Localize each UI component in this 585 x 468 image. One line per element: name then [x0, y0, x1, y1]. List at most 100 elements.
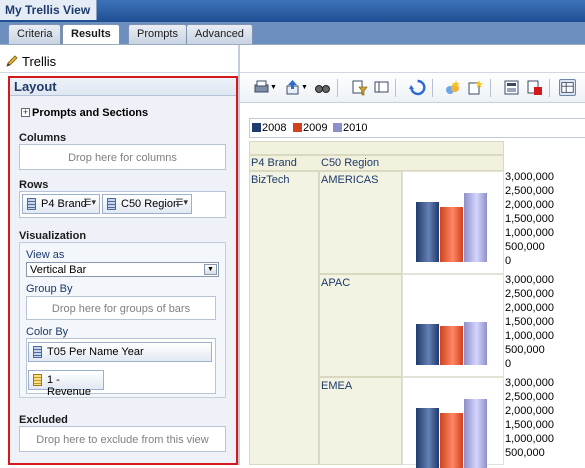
- toolbar-separator: [490, 79, 491, 97]
- region-label: EMEA: [321, 380, 353, 392]
- add-view-icon[interactable]: [467, 79, 484, 96]
- tab-results[interactable]: Results: [62, 24, 120, 45]
- visualization-section-title: Visualization: [19, 230, 87, 242]
- excluded-section-title: Excluded: [19, 414, 68, 426]
- chart-bar[interactable]: [464, 193, 487, 262]
- layout-panel-title: Layout: [10, 78, 236, 96]
- legend-swatch: [293, 123, 302, 132]
- view-as-select[interactable]: Vertical Bar ▼: [26, 262, 219, 277]
- tab-criteria[interactable]: Criteria: [8, 24, 62, 44]
- chart-bar[interactable]: [416, 202, 439, 262]
- view-title: Trellis: [22, 54, 57, 69]
- pencil-icon[interactable]: [5, 54, 19, 68]
- color-item-year[interactable]: T05 Per Name Year: [28, 342, 212, 362]
- print-icon[interactable]: [253, 79, 270, 96]
- view-header: [0, 45, 585, 73]
- y-tick-label: 2,000,000: [505, 405, 554, 417]
- color-item-label: T05 Per Name Year: [47, 346, 144, 358]
- view-as-value: Vertical Bar: [30, 264, 87, 276]
- row-item-label: P4 Brand: [41, 198, 87, 210]
- columns-drop-zone[interactable]: Drop here for columns: [19, 144, 226, 170]
- y-tick-label: 3,000,000: [505, 274, 554, 286]
- region-label: AMERICAS: [321, 174, 379, 186]
- chevron-down-icon[interactable]: ▼: [301, 84, 308, 91]
- brand-label: BizTech: [251, 174, 290, 186]
- chart-bar[interactable]: [416, 408, 439, 468]
- region-cell: [319, 274, 402, 377]
- view-as-label: View as: [26, 249, 65, 261]
- chart-bar[interactable]: [416, 324, 439, 365]
- y-tick-label: 1,500,000: [505, 213, 554, 225]
- chart-bar[interactable]: [440, 413, 463, 468]
- row-header-brand: P4 Brand: [251, 157, 297, 169]
- measure-icon: [33, 374, 42, 386]
- chart-bar[interactable]: [440, 207, 463, 262]
- column-icon: [33, 346, 42, 358]
- row-menu-icon[interactable]: ☰▾: [175, 197, 188, 208]
- y-tick-label: 2,000,000: [505, 199, 554, 211]
- export-icon[interactable]: [284, 79, 301, 96]
- chart-bar[interactable]: [464, 399, 487, 468]
- y-tick-label: 1,500,000: [505, 316, 554, 328]
- toolbar-separator: [549, 79, 550, 97]
- prompts-sections-label[interactable]: Prompts and Sections: [32, 107, 148, 119]
- y-tick-label: 1,000,000: [505, 227, 554, 239]
- refresh-icon[interactable]: [409, 79, 426, 96]
- chevron-down-icon[interactable]: ▼: [270, 84, 277, 91]
- legend-label: 2008: [262, 122, 287, 134]
- chevron-down-icon[interactable]: ▼: [204, 264, 217, 275]
- y-tick-label: 2,500,000: [505, 185, 554, 197]
- binoculars-icon[interactable]: [314, 79, 331, 96]
- y-tick-label: 1,000,000: [505, 433, 554, 445]
- header-band: [249, 141, 504, 155]
- table-view-icon[interactable]: [559, 79, 576, 96]
- row-item-region[interactable]: C50 Region ☰▾: [102, 194, 192, 214]
- row-item-brand[interactable]: P4 Brand ☰▾: [22, 194, 100, 214]
- y-tick-label: 0: [505, 358, 512, 370]
- legend-swatch: [333, 123, 342, 132]
- y-tick-label: 2,500,000: [505, 288, 554, 300]
- legend-swatch: [252, 123, 261, 132]
- group-by-label: Group By: [26, 283, 73, 295]
- legend-label: 2009: [303, 122, 328, 134]
- y-tick-label: 500,000: [505, 447, 545, 459]
- y-tick-label: 3,000,000: [505, 377, 554, 389]
- toolbar-separator: [337, 79, 338, 97]
- tab-advanced[interactable]: Advanced: [186, 24, 253, 44]
- y-tick-label: 1,000,000: [505, 330, 554, 342]
- y-tick-label: 500,000: [505, 241, 545, 253]
- region-label: APAC: [321, 277, 351, 289]
- columns-section-title: Columns: [19, 132, 67, 144]
- chart-bar[interactable]: [440, 326, 463, 365]
- expand-icon[interactable]: +: [21, 108, 30, 117]
- column-icon: [27, 198, 36, 210]
- row-header-region: C50 Region: [321, 157, 380, 169]
- panel-splitter[interactable]: [238, 45, 240, 465]
- row-item-label: C50 Region: [121, 198, 180, 210]
- row-menu-icon[interactable]: ☰▾: [83, 197, 96, 208]
- conditional-format-icon[interactable]: [526, 79, 543, 96]
- color-by-label: Color By: [26, 326, 69, 338]
- tab-prompts[interactable]: Prompts: [128, 24, 187, 44]
- group-by-drop-zone[interactable]: Drop here for groups of bars: [26, 296, 216, 320]
- new-view-icon[interactable]: [444, 79, 461, 96]
- window-title: My Trellis View: [0, 0, 98, 20]
- y-tick-label: 2,500,000: [505, 391, 554, 403]
- color-item-measure[interactable]: 1 - Revenue: [28, 370, 104, 398]
- chart-bar[interactable]: [464, 322, 487, 365]
- y-tick-label: 3,000,000: [505, 171, 554, 183]
- toolbar-separator: [395, 79, 396, 97]
- columns-icon[interactable]: [373, 79, 390, 96]
- y-tick-label: 0: [505, 255, 512, 267]
- region-cell: [319, 171, 402, 274]
- filter-icon[interactable]: [351, 79, 368, 96]
- excluded-drop-zone[interactable]: Drop here to exclude from this view: [19, 426, 226, 452]
- color-item-label: 1 - Revenue: [47, 374, 92, 398]
- y-tick-label: 2,000,000: [505, 302, 554, 314]
- y-tick-label: 500,000: [505, 344, 545, 356]
- brand-cell: [249, 171, 319, 465]
- calculator-icon[interactable]: [503, 79, 520, 96]
- y-tick-label: 1,500,000: [505, 419, 554, 431]
- column-icon: [107, 198, 116, 210]
- toolbar-separator: [432, 79, 433, 97]
